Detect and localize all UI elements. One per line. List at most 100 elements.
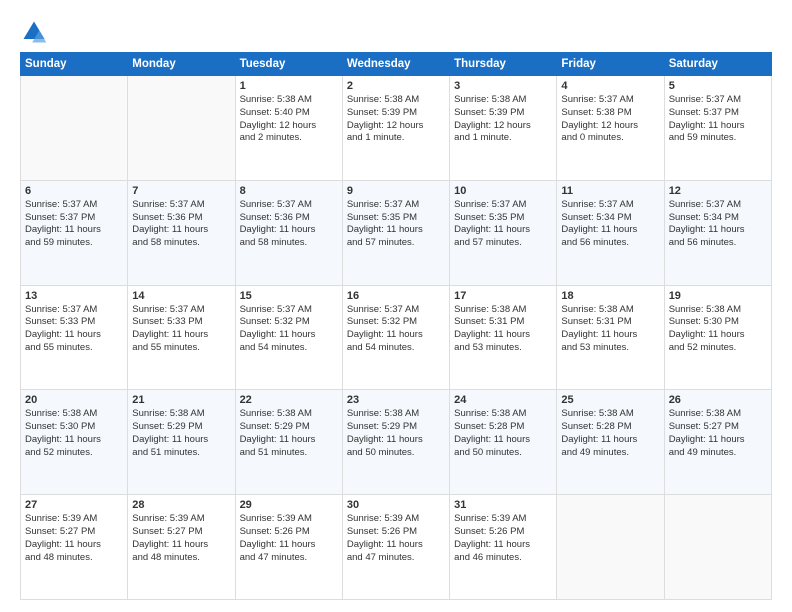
calendar-cell: 2 Sunrise: 5:38 AM Sunset: 5:39 PM Daylig…: [342, 76, 449, 181]
cell-details: Sunrise: 5:38 AM Sunset: 5:29 PM Dayligh…: [347, 408, 445, 459]
cell-details: Sunrise: 5:37 AM Sunset: 5:37 PM Dayligh…: [669, 94, 767, 145]
header-cell-friday: Friday: [557, 53, 664, 76]
day-number: 1: [240, 80, 338, 92]
cell-details: Sunrise: 5:39 AM Sunset: 5:26 PM Dayligh…: [454, 513, 552, 564]
calendar-cell: 23Sunrise: 5:38 AM Sunset: 5:29 PM Dayli…: [342, 390, 449, 495]
calendar-header: SundayMondayTuesdayWednesdayThursdayFrid…: [21, 53, 772, 76]
calendar-cell: 24 Sunrise: 5:38 AM Sunset: 5:28 PM Dayli…: [450, 390, 557, 495]
cell-details: Sunrise: 5:37 AM Sunset: 5:36 PM Dayligh…: [132, 199, 230, 250]
cell-details: Sunrise: 5:37 AM Sunset: 5:35 PM Dayligh…: [347, 199, 445, 250]
calendar-cell: [21, 76, 128, 181]
logo-icon: [20, 18, 48, 46]
day-number: 6: [25, 185, 123, 197]
cell-details: Sunrise: 5:37 AM Sunset: 5:32 PM Dayligh…: [347, 304, 445, 355]
calendar-cell: 1 Sunrise: 5:38 AM Sunset: 5:40 PM Daylig…: [235, 76, 342, 181]
calendar-body: 1 Sunrise: 5:38 AM Sunset: 5:40 PM Daylig…: [21, 76, 772, 600]
header: [20, 18, 772, 46]
calendar-cell: 26Sunrise: 5:38 AM Sunset: 5:27 PM Dayli…: [664, 390, 771, 495]
cell-details: Sunrise: 5:37 AM Sunset: 5:37 PM Dayligh…: [25, 199, 123, 250]
cell-details: Sunrise: 5:39 AM Sunset: 5:26 PM Dayligh…: [347, 513, 445, 564]
calendar-cell: 6 Sunrise: 5:37 AM Sunset: 5:37 PM Daylig…: [21, 180, 128, 285]
calendar-cell: 5 Sunrise: 5:37 AM Sunset: 5:37 PM Daylig…: [664, 76, 771, 181]
day-number: 7: [132, 185, 230, 197]
cell-details: Sunrise: 5:38 AM Sunset: 5:29 PM Dayligh…: [132, 408, 230, 459]
day-number: 22: [240, 394, 338, 406]
day-number: 25: [561, 394, 659, 406]
calendar-cell: 10 Sunrise: 5:37 AM Sunset: 5:35 PM Dayli…: [450, 180, 557, 285]
header-cell-saturday: Saturday: [664, 53, 771, 76]
calendar-cell: 16 Sunrise: 5:37 AM Sunset: 5:32 PM Dayli…: [342, 285, 449, 390]
cell-details: Sunrise: 5:38 AM Sunset: 5:39 PM Dayligh…: [347, 94, 445, 145]
calendar-cell: 21 Sunrise: 5:38 AM Sunset: 5:29 PM Dayli…: [128, 390, 235, 495]
day-number: 19: [669, 290, 767, 302]
day-number: 2: [347, 80, 445, 92]
day-number: 12: [669, 185, 767, 197]
cell-details: Sunrise: 5:37 AM Sunset: 5:38 PM Dayligh…: [561, 94, 659, 145]
cell-details: Sunrise: 5:37 AM Sunset: 5:33 PM Dayligh…: [25, 304, 123, 355]
cell-details: Sunrise: 5:38 AM Sunset: 5:28 PM Dayligh…: [454, 408, 552, 459]
calendar-cell: 18Sunrise: 5:38 AM Sunset: 5:31 PM Dayli…: [557, 285, 664, 390]
calendar-cell: 17 Sunrise: 5:38 AM Sunset: 5:31 PM Dayli…: [450, 285, 557, 390]
calendar-cell: 14Sunrise: 5:37 AM Sunset: 5:33 PM Dayli…: [128, 285, 235, 390]
cell-details: Sunrise: 5:37 AM Sunset: 5:32 PM Dayligh…: [240, 304, 338, 355]
header-cell-monday: Monday: [128, 53, 235, 76]
day-number: 27: [25, 499, 123, 511]
day-number: 8: [240, 185, 338, 197]
cell-details: Sunrise: 5:37 AM Sunset: 5:34 PM Dayligh…: [561, 199, 659, 250]
calendar-cell: [557, 495, 664, 600]
page: SundayMondayTuesdayWednesdayThursdayFrid…: [0, 0, 792, 612]
calendar-cell: 7 Sunrise: 5:37 AM Sunset: 5:36 PM Daylig…: [128, 180, 235, 285]
day-number: 31: [454, 499, 552, 511]
day-number: 24: [454, 394, 552, 406]
calendar-cell: [664, 495, 771, 600]
calendar-cell: 12 Sunrise: 5:37 AM Sunset: 5:34 PM Dayli…: [664, 180, 771, 285]
cell-details: Sunrise: 5:39 AM Sunset: 5:27 PM Dayligh…: [132, 513, 230, 564]
calendar-cell: 20Sunrise: 5:38 AM Sunset: 5:30 PM Dayli…: [21, 390, 128, 495]
day-number: 3: [454, 80, 552, 92]
cell-details: Sunrise: 5:38 AM Sunset: 5:30 PM Dayligh…: [669, 304, 767, 355]
cell-details: Sunrise: 5:38 AM Sunset: 5:29 PM Dayligh…: [240, 408, 338, 459]
calendar-cell: 19 Sunrise: 5:38 AM Sunset: 5:30 PM Dayli…: [664, 285, 771, 390]
calendar-cell: 27Sunrise: 5:39 AM Sunset: 5:27 PM Dayli…: [21, 495, 128, 600]
header-cell-wednesday: Wednesday: [342, 53, 449, 76]
day-number: 30: [347, 499, 445, 511]
day-number: 21: [132, 394, 230, 406]
calendar-cell: 11 Sunrise: 5:37 AM Sunset: 5:34 PM Dayli…: [557, 180, 664, 285]
calendar-row: 27 Sunrise: 5:39 AM Sunset: 5:27 PM Dayli…: [21, 495, 772, 600]
cell-details: Sunrise: 5:38 AM Sunset: 5:28 PM Dayligh…: [561, 408, 659, 459]
cell-details: Sunrise: 5:37 AM Sunset: 5:36 PM Dayligh…: [240, 199, 338, 250]
cell-details: Sunrise: 5:37 AM Sunset: 5:34 PM Dayligh…: [669, 199, 767, 250]
cell-details: Sunrise: 5:38 AM Sunset: 5:30 PM Dayligh…: [25, 408, 123, 459]
calendar-cell: 22 Sunrise: 5:38 AM Sunset: 5:29 PM Dayli…: [235, 390, 342, 495]
cell-details: Sunrise: 5:38 AM Sunset: 5:40 PM Dayligh…: [240, 94, 338, 145]
day-number: 14: [132, 290, 230, 302]
day-number: 17: [454, 290, 552, 302]
calendar-cell: 29Sunrise: 5:39 AM Sunset: 5:26 PM Dayli…: [235, 495, 342, 600]
day-number: 10: [454, 185, 552, 197]
calendar-row: 6 Sunrise: 5:37 AM Sunset: 5:37 PM Daylig…: [21, 180, 772, 285]
calendar-cell: 9 Sunrise: 5:37 AM Sunset: 5:35 PM Daylig…: [342, 180, 449, 285]
calendar-cell: 30 Sunrise: 5:39 AM Sunset: 5:26 PM Dayli…: [342, 495, 449, 600]
day-number: 15: [240, 290, 338, 302]
day-number: 5: [669, 80, 767, 92]
cell-details: Sunrise: 5:38 AM Sunset: 5:31 PM Dayligh…: [454, 304, 552, 355]
cell-details: Sunrise: 5:38 AM Sunset: 5:27 PM Dayligh…: [669, 408, 767, 459]
day-number: 9: [347, 185, 445, 197]
calendar-cell: 8 Sunrise: 5:37 AM Sunset: 5:36 PM Daylig…: [235, 180, 342, 285]
calendar-row: 20Sunrise: 5:38 AM Sunset: 5:30 PM Dayli…: [21, 390, 772, 495]
cell-details: Sunrise: 5:37 AM Sunset: 5:35 PM Dayligh…: [454, 199, 552, 250]
day-number: 18: [561, 290, 659, 302]
day-number: 28: [132, 499, 230, 511]
day-number: 11: [561, 185, 659, 197]
calendar-table: SundayMondayTuesdayWednesdayThursdayFrid…: [20, 52, 772, 600]
day-number: 16: [347, 290, 445, 302]
calendar-cell: 3 Sunrise: 5:38 AM Sunset: 5:39 PM Daylig…: [450, 76, 557, 181]
calendar-cell: 15 Sunrise: 5:37 AM Sunset: 5:32 PM Dayli…: [235, 285, 342, 390]
header-row: SundayMondayTuesdayWednesdayThursdayFrid…: [21, 53, 772, 76]
calendar-cell: 25 Sunrise: 5:38 AM Sunset: 5:28 PM Dayli…: [557, 390, 664, 495]
logo: [20, 18, 52, 46]
cell-details: Sunrise: 5:38 AM Sunset: 5:39 PM Dayligh…: [454, 94, 552, 145]
day-number: 4: [561, 80, 659, 92]
header-cell-tuesday: Tuesday: [235, 53, 342, 76]
calendar-row: 13Sunrise: 5:37 AM Sunset: 5:33 PM Dayli…: [21, 285, 772, 390]
